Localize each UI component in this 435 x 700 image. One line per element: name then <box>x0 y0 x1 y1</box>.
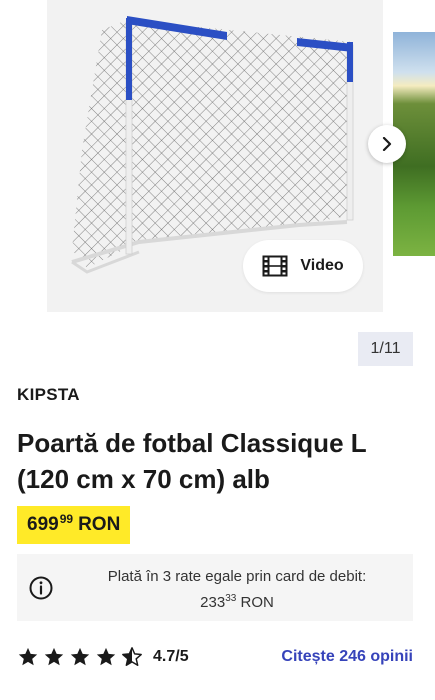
star-half-icon <box>122 647 142 666</box>
installment-amount: 23333 RON <box>71 588 403 614</box>
video-button[interactable]: Video <box>243 240 363 292</box>
installment-integer: 233 <box>200 594 226 611</box>
price-integer: 699 <box>27 514 59 535</box>
image-counter: 1/11 <box>358 332 413 366</box>
installment-description: Plată în 3 rate egale prin card de debit… <box>107 568 367 585</box>
star-full-icon <box>96 647 116 666</box>
next-image-button[interactable] <box>368 125 406 163</box>
rating-stars <box>17 646 143 668</box>
video-label: Video <box>300 257 344 274</box>
product-rating: 4.7/5 <box>17 646 189 668</box>
price-currency: RON <box>78 514 121 535</box>
price-decimals: 99 <box>59 512 74 526</box>
product-brand[interactable]: KIPSTA <box>17 385 80 405</box>
rating-value: 4.7/5 <box>153 648 189 665</box>
star-full-icon <box>18 647 38 666</box>
product-image-gallery[interactable]: Video <box>0 0 435 312</box>
chevron-right-icon <box>382 137 392 151</box>
price-tag: 699 99 RON <box>17 506 131 544</box>
read-reviews-link[interactable]: Citește 246 opinii <box>281 648 413 666</box>
info-icon <box>29 576 53 600</box>
installment-decimals: 33 <box>225 593 237 604</box>
product-title: Poartă de fotbal Classique L (120 cm x 7… <box>17 428 367 494</box>
star-full-icon <box>70 647 90 666</box>
star-full-icon <box>44 647 64 666</box>
installment-currency: RON <box>240 594 274 611</box>
installment-text: Plată în 3 rate egale prin card de debit… <box>71 566 403 614</box>
film-icon <box>262 255 288 277</box>
installment-info-box: Plată în 3 rate egale prin card de debit… <box>17 554 413 621</box>
